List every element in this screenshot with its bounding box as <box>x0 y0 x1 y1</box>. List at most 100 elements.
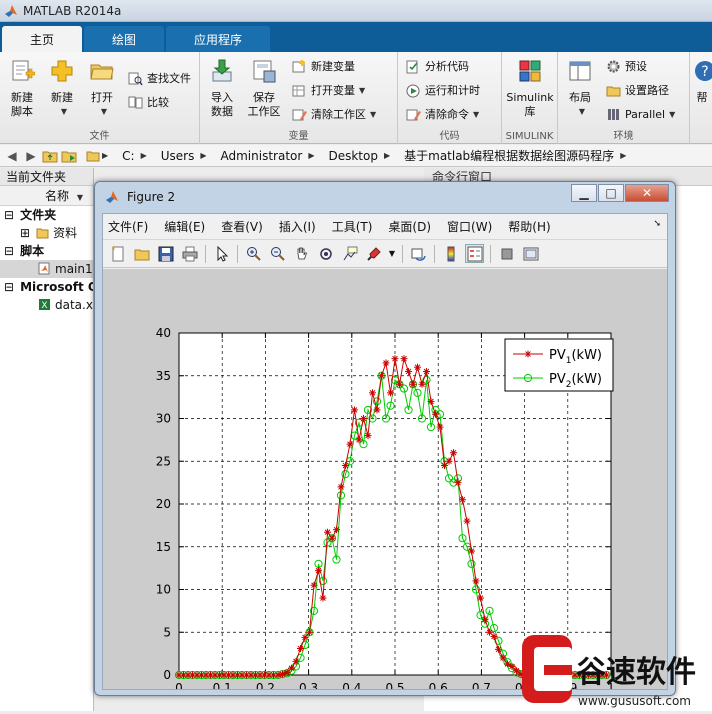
legend-label-unit: (kW) <box>571 348 602 363</box>
import-data-button[interactable]: 导入 数据 <box>202 58 242 119</box>
menu-desktop[interactable]: 桌面(D) <box>388 218 431 235</box>
y-tick-label: 10 <box>156 583 171 597</box>
legend-label-main: PV <box>549 372 566 387</box>
path-segment[interactable]: Administrator ▶ <box>221 149 317 163</box>
collapse-icon: ⊟ <box>4 280 15 294</box>
menu-view[interactable]: 查看(V) <box>221 218 263 235</box>
tab-plots[interactable]: 绘图 <box>84 26 165 52</box>
watermark-brand: 谷速软件 <box>576 655 696 690</box>
hide-tools-icon <box>501 248 512 259</box>
link-plot-button[interactable] <box>409 244 428 263</box>
dock-arrow-icon[interactable]: ➘ <box>653 219 661 229</box>
x-tick-label: 0.3 <box>299 681 318 689</box>
new-variable-button[interactable]: 新建变量 <box>292 56 355 76</box>
find-files-button[interactable]: 查找文件 <box>128 68 191 88</box>
path-separator-icon: ▶ <box>383 151 391 160</box>
simulink-group-label: SIMULINK <box>505 131 554 142</box>
name-column-header[interactable]: 名称 ▼ <box>0 186 93 206</box>
pan-button[interactable] <box>292 244 311 263</box>
open-variable-label: 打开变量 <box>311 84 355 97</box>
help-button[interactable]: ? 帮 <box>692 58 712 105</box>
compare-button[interactable]: 比较 <box>128 92 169 112</box>
show-plot-tools-button[interactable] <box>521 244 540 263</box>
list-item[interactable]: main1 <box>0 260 93 278</box>
open-label: 打开 <box>91 91 113 104</box>
tab-home[interactable]: 主页 <box>2 26 83 52</box>
menu-tools[interactable]: 工具(T) <box>332 218 373 235</box>
insert-colorbar-button[interactable] <box>441 244 460 263</box>
zoom-out-button[interactable] <box>268 244 287 263</box>
list-item[interactable]: ⊞ 资料 <box>0 224 93 242</box>
x-tick-label: 0.2 <box>256 681 275 689</box>
simulink-library-button[interactable]: Simulink 库 <box>504 58 556 119</box>
path-segment[interactable]: C: ▶ <box>122 149 149 163</box>
chart[interactable]: 00.10.20.30.40.50.60.70.80.9105101520253… <box>103 269 667 695</box>
insert-legend-button[interactable] <box>465 244 484 263</box>
menu-edit[interactable]: 编辑(E) <box>164 218 205 235</box>
data-cursor-button[interactable] <box>340 244 359 263</box>
new-figure-button[interactable] <box>108 244 127 263</box>
minimize-icon: ▁ <box>579 186 589 200</box>
save-workspace-button[interactable]: 保存 工作区 <box>244 58 284 119</box>
clear-commands-button[interactable]: 清除命令 ▼ <box>406 104 479 124</box>
rotate-button[interactable] <box>316 244 335 263</box>
file-group-label: 文件 <box>89 131 110 142</box>
maximize-icon: □ <box>605 186 617 200</box>
up-folder-icon[interactable] <box>42 148 58 164</box>
open-button[interactable]: 打开 ▼ <box>82 58 122 119</box>
variable-group-label: 变量 <box>288 131 309 142</box>
new-button[interactable]: 新建 ▼ <box>42 58 82 119</box>
brush-button[interactable] <box>364 244 383 263</box>
folder-open-icon <box>134 249 149 260</box>
plot-area[interactable]: 00.10.20.30.40.50.60.70.80.9105101520253… <box>103 269 667 695</box>
menu-window[interactable]: 窗口(W) <box>447 218 492 235</box>
y-tick-label: 35 <box>156 369 171 383</box>
maximize-button[interactable]: □ <box>598 184 624 202</box>
back-arrow-icon[interactable]: ◀ <box>4 148 20 164</box>
layout-icon <box>569 61 591 81</box>
figure-window: Figure 2 ▁ □ ✕ 文件(F) 编辑(E) 查看(V) 插入(I) 工… <box>94 181 676 696</box>
close-button[interactable]: ✕ <box>625 184 669 202</box>
edit-plot-button[interactable] <box>212 244 231 263</box>
zoom-in-button[interactable] <box>244 244 263 263</box>
find-files-label: 查找文件 <box>147 72 191 85</box>
open-file-button[interactable] <box>132 244 151 263</box>
forward-arrow-icon[interactable]: ▶ <box>23 148 39 164</box>
print-button[interactable] <box>180 244 199 263</box>
menu-help[interactable]: 帮助(H) <box>508 218 550 235</box>
brush-icon <box>366 246 381 261</box>
run-and-time-button[interactable]: 运行和计时 <box>406 80 480 100</box>
preferences-button[interactable]: 预设 <box>606 56 647 76</box>
x-tick-label: 0.4 <box>342 681 361 689</box>
parallel-button[interactable]: Parallel ▼ <box>606 104 675 124</box>
tree-group-folders[interactable]: ⊟ 文件夹 <box>0 206 93 224</box>
path-segment[interactable]: Users ▶ <box>161 149 209 163</box>
toolbar-separator <box>237 244 238 263</box>
path-segment[interactable]: 基于matlab编程根据数据绘图源码程序 ▶ <box>404 147 628 164</box>
set-path-button[interactable]: 设置路径 <box>606 80 669 100</box>
path-segment[interactable]: Desktop ▶ <box>328 149 392 163</box>
menu-insert[interactable]: 插入(I) <box>279 218 316 235</box>
watermark-url: www.gususoft.com <box>578 694 691 708</box>
tree-group-scripts[interactable]: ⊟ 脚本 <box>0 242 93 260</box>
clear-workspace-button[interactable]: 清除工作区 ▼ <box>292 104 376 124</box>
list-item[interactable]: Xdata.x <box>0 296 93 314</box>
save-figure-button[interactable] <box>156 244 175 263</box>
new-script-button[interactable]: 新建 脚本 <box>2 58 42 119</box>
watermark-logo: 谷速软件 www.gususoft.com <box>514 627 712 711</box>
chevron-down-icon[interactable]: ▼ <box>388 244 396 263</box>
parallel-icon <box>608 108 619 120</box>
analyze-code-button[interactable]: 分析代码 <box>406 56 469 76</box>
hide-plot-tools-button[interactable] <box>497 244 516 263</box>
toolbar-separator <box>402 244 403 263</box>
tab-apps[interactable]: 应用程序 <box>166 26 271 52</box>
tree-group-microsoft[interactable]: ⊟ Microsoft O <box>0 278 93 296</box>
menu-file[interactable]: 文件(F) <box>108 218 148 235</box>
minimize-button[interactable]: ▁ <box>571 184 597 202</box>
browse-folder-icon[interactable] <box>61 148 77 164</box>
find-files-icon <box>128 72 143 85</box>
zoom-out-icon <box>270 246 285 261</box>
toolbar-separator <box>434 244 435 263</box>
open-variable-button[interactable]: 打开变量 ▼ <box>292 80 365 100</box>
layout-button[interactable]: 布局 ▼ <box>560 58 600 119</box>
